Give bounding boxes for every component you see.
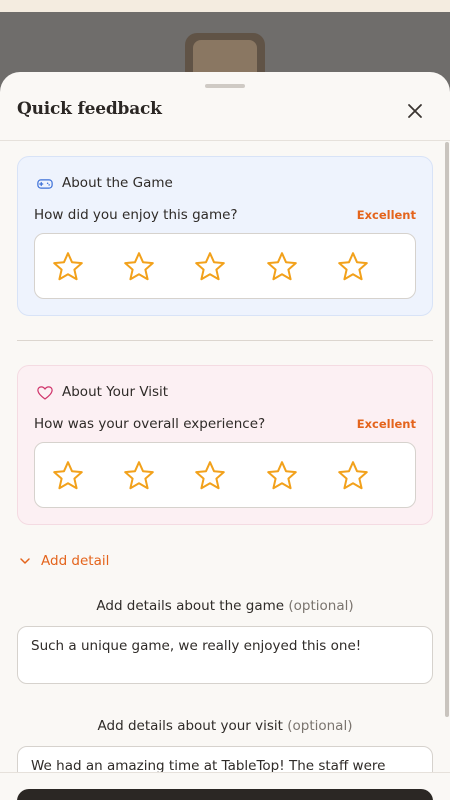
sheet-header: Quick feedback — [0, 72, 450, 141]
game-question: How did you enjoy this game? — [34, 207, 238, 223]
visit-details-label: Add details about your visit (optional) — [0, 718, 450, 734]
star-icon[interactable] — [265, 459, 299, 493]
visit-details-label-text: Add details about your visit — [97, 718, 283, 734]
game-feedback-card: About the Game How did you enjoy this ga… — [17, 156, 433, 316]
close-icon — [408, 104, 422, 118]
game-details-label-text: Add details about the game — [96, 598, 285, 614]
section-divider — [17, 340, 433, 341]
star-icon[interactable] — [51, 250, 85, 284]
sheet-title: Quick feedback — [17, 99, 162, 119]
visit-details-textarea[interactable]: We had an amazing time at TableTop! The … — [17, 746, 433, 772]
star-icon[interactable] — [122, 250, 156, 284]
visit-rating-label: Excellent — [356, 417, 416, 431]
close-button[interactable] — [403, 99, 427, 123]
background-app-header — [0, 0, 450, 12]
drag-handle[interactable] — [205, 84, 245, 88]
submit-button[interactable] — [17, 789, 433, 800]
sheet-scroll-area[interactable]: About the Game How did you enjoy this ga… — [0, 141, 450, 772]
feedback-sheet: Quick feedback About the Game How did yo… — [0, 72, 450, 800]
star-icon[interactable] — [265, 250, 299, 284]
visit-feedback-card: About Your Visit How was your overall ex… — [17, 365, 433, 525]
star-icon[interactable] — [122, 459, 156, 493]
game-details-textarea[interactable]: Such a unique game, we really enjoyed th… — [17, 626, 433, 684]
scrollbar[interactable] — [445, 142, 449, 717]
visit-star-rating — [34, 442, 416, 508]
visit-question: How was your overall experience? — [34, 416, 266, 432]
game-star-rating — [34, 233, 416, 299]
star-icon[interactable] — [193, 250, 227, 284]
chevron-down-icon — [20, 558, 30, 564]
visit-card-title: About Your Visit — [62, 384, 169, 400]
heart-icon — [37, 386, 53, 400]
star-icon[interactable] — [51, 459, 85, 493]
optional-hint: (optional) — [287, 718, 353, 734]
star-icon[interactable] — [336, 250, 370, 284]
star-icon[interactable] — [336, 459, 370, 493]
game-card-title: About the Game — [62, 175, 173, 191]
game-rating-label: Excellent — [356, 208, 416, 222]
sheet-footer — [0, 772, 450, 800]
optional-hint: (optional) — [288, 598, 354, 614]
star-icon[interactable] — [193, 459, 227, 493]
game-details-label: Add details about the game (optional) — [0, 598, 450, 614]
add-detail-label: Add detail — [41, 553, 110, 569]
gamepad-icon — [37, 179, 53, 189]
